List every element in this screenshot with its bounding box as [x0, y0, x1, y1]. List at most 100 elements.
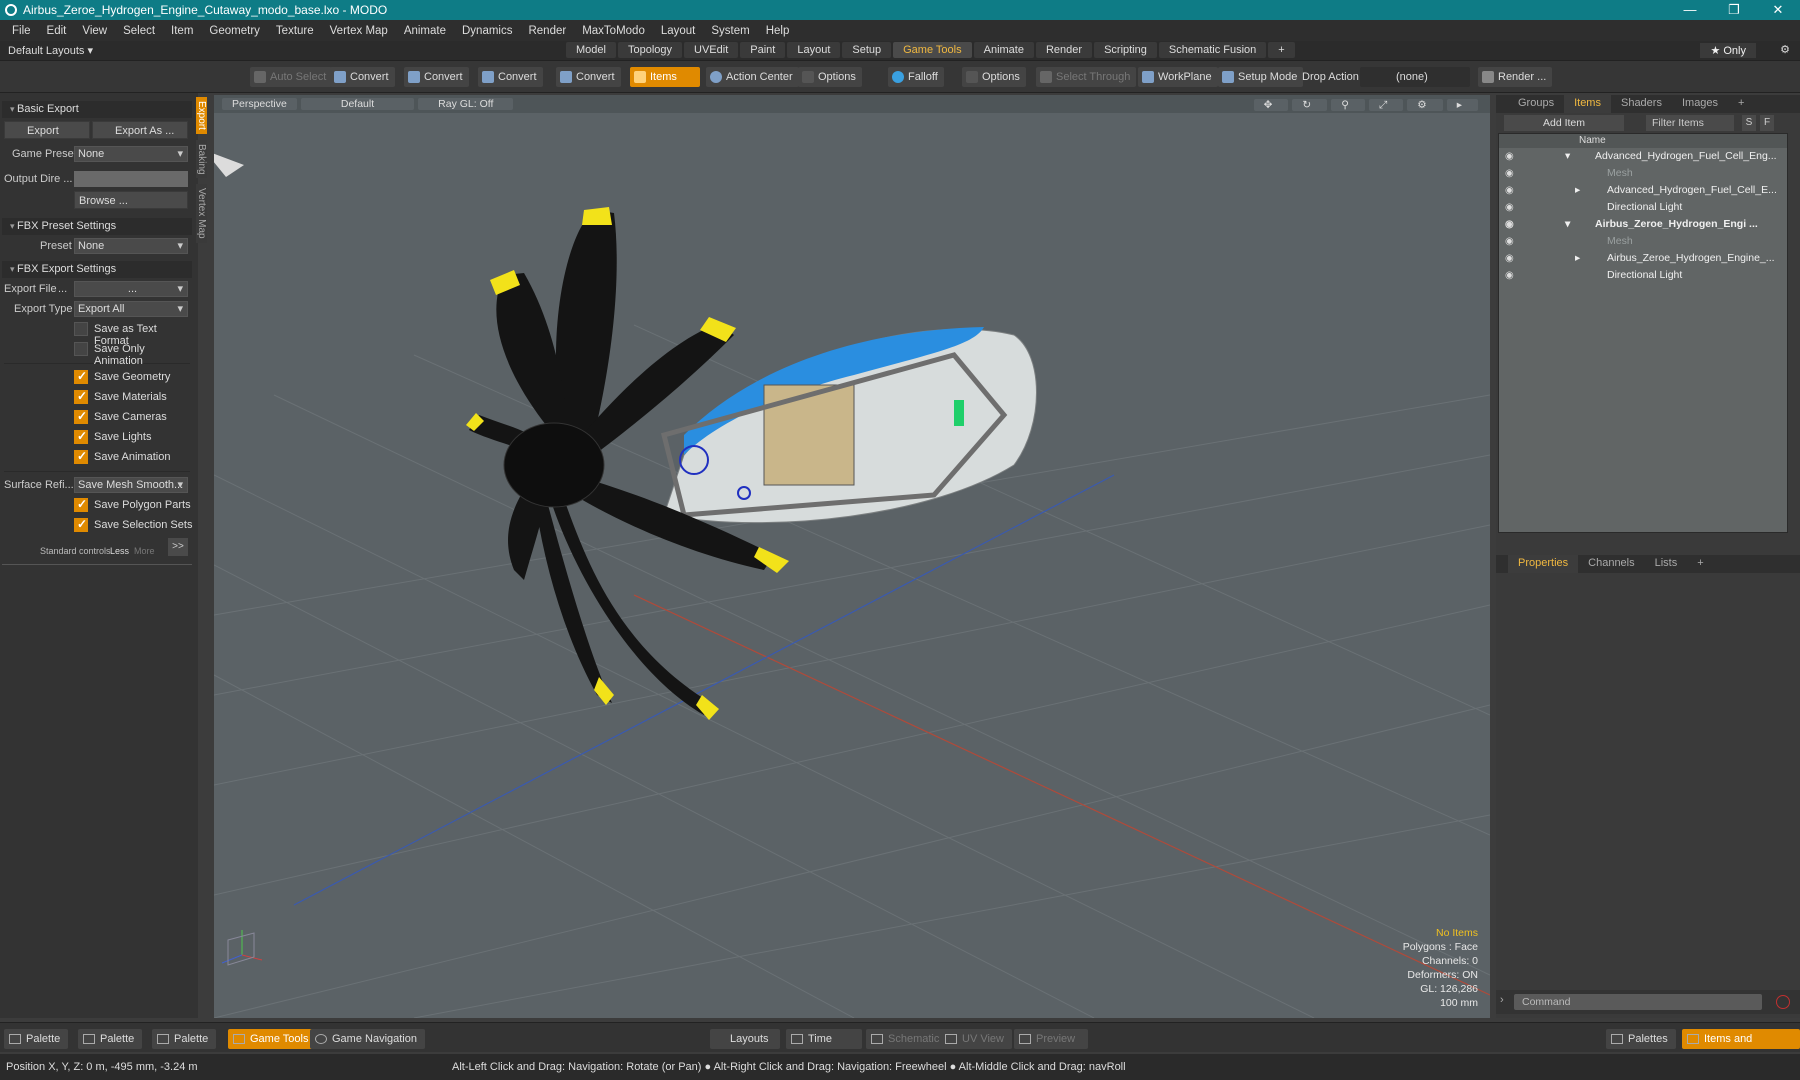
tab-setup[interactable]: Setup	[842, 42, 892, 58]
list-item[interactable]: ◉ ▸ Airbus_Zeroe_Hydrogen_Engine_...	[1499, 250, 1787, 267]
side-tab-baking[interactable]: Baking	[196, 139, 207, 179]
save-materials-checkbox[interactable]	[74, 389, 88, 404]
eye-icon[interactable]: ◉	[1505, 216, 1514, 233]
palette-button-3[interactable]: Palette	[152, 1029, 217, 1049]
side-tab-vertex-map[interactable]: Vertex Map	[196, 184, 207, 244]
menu-item[interactable]: Item	[163, 25, 201, 37]
save-text-format-checkbox[interactable]	[74, 322, 88, 336]
schematic-button[interactable]: Schematic	[866, 1029, 948, 1049]
expand-button[interactable]: >>	[168, 538, 188, 556]
render-button[interactable]: Render ...	[1478, 67, 1553, 87]
list-item[interactable]: ◉ Mesh	[1499, 165, 1787, 182]
workplane-button[interactable]: WorkPlane	[1138, 67, 1218, 87]
save-selection-sets-checkbox[interactable]	[74, 517, 88, 532]
filter-items-input[interactable]: Filter Items	[1646, 115, 1734, 131]
menu-geometry[interactable]: Geometry	[201, 25, 268, 37]
options-button-2[interactable]: Options	[962, 67, 1026, 87]
browse-button[interactable]: Browse ...	[74, 191, 188, 209]
less-link[interactable]: Less	[110, 546, 129, 556]
export-file-dropdown[interactable]: ...	[74, 281, 188, 297]
list-item[interactable]: ◉ Directional Light	[1499, 199, 1787, 216]
items-and-shading-button[interactable]: Items and Shading	[1682, 1029, 1800, 1065]
save-polygon-parts-checkbox[interactable]	[74, 497, 88, 512]
raygl-toggle[interactable]: Ray GL: Off	[418, 98, 514, 110]
list-item[interactable]: ◉ ▸ Advanced_Hydrogen_Fuel_Cell_E...	[1499, 182, 1787, 199]
tab-groups[interactable]: Groups	[1508, 95, 1564, 113]
save-cameras-checkbox[interactable]	[74, 409, 88, 424]
tab-schematic-fusion[interactable]: Schematic Fusion	[1158, 42, 1267, 58]
export-as-button[interactable]: Export As ...	[92, 121, 188, 139]
tab-layout[interactable]: Layout	[787, 42, 841, 58]
eye-icon[interactable]: ◉	[1505, 233, 1514, 250]
3d-viewport[interactable]: Perspective Default Ray GL: Off ✥ ↻ ⚲ ⤢ ⚙ ▸ N…	[214, 95, 1490, 1018]
convert-button-3[interactable]: Convert	[478, 67, 543, 87]
eye-icon[interactable]: ◉	[1505, 199, 1514, 216]
tab-uvedit[interactable]: UVEdit	[684, 42, 739, 58]
minimize-icon[interactable]: —	[1668, 0, 1712, 20]
expand-arrow-icon[interactable]: ▸	[1575, 182, 1580, 199]
menu-file[interactable]: File	[4, 25, 39, 37]
convert-button-2[interactable]: Convert	[404, 67, 469, 87]
s-button[interactable]: S	[1742, 115, 1756, 131]
save-lights-checkbox[interactable]	[74, 429, 88, 444]
tab-lists[interactable]: Lists	[1645, 555, 1688, 573]
output-dir-field[interactable]	[74, 171, 188, 187]
menu-dynamics[interactable]: Dynamics	[454, 25, 520, 37]
menu-view[interactable]: View	[74, 25, 115, 37]
menu-render[interactable]: Render	[520, 25, 574, 37]
layouts-button[interactable]: Layouts	[710, 1029, 780, 1049]
expand-arrow-icon[interactable]: ▾	[1565, 216, 1570, 233]
tab-shaders[interactable]: Shaders	[1611, 95, 1672, 113]
scene-canvas[interactable]	[214, 95, 1490, 1018]
close-icon[interactable]: ✕	[1756, 0, 1800, 20]
action-center-button[interactable]: Action Center	[706, 67, 799, 87]
eye-icon[interactable]: ◉	[1505, 165, 1514, 182]
menu-vertex-map[interactable]: Vertex Map	[322, 25, 396, 37]
list-item[interactable]: ◉ Mesh	[1499, 233, 1787, 250]
save-geometry-checkbox[interactable]	[74, 369, 88, 384]
eye-icon[interactable]: ◉	[1505, 148, 1514, 165]
save-animation-checkbox[interactable]	[74, 449, 88, 464]
eye-icon[interactable]: ◉	[1505, 250, 1514, 267]
menu-system[interactable]: System	[703, 25, 757, 37]
more-link[interactable]: More	[134, 546, 155, 556]
export-button[interactable]: Export	[4, 121, 90, 139]
name-column-header[interactable]: Name	[1499, 134, 1787, 148]
play-icon[interactable]: ▸	[1446, 99, 1478, 111]
fit-icon[interactable]: ⤢	[1368, 99, 1404, 111]
section-basic-export[interactable]: Basic Export	[2, 101, 192, 118]
game-navigation-button[interactable]: Game Navigation	[310, 1029, 425, 1049]
pan-icon[interactable]: ✥	[1253, 99, 1289, 111]
time-button[interactable]: Time	[786, 1029, 862, 1049]
add-tab-button[interactable]: +	[1268, 42, 1295, 58]
falloff-button[interactable]: Falloff	[888, 67, 944, 87]
tab-animate[interactable]: Animate	[973, 42, 1034, 58]
add-tab-button[interactable]: +	[1687, 555, 1713, 573]
list-item[interactable]: ◉ ▾ Advanced_Hydrogen_Fuel_Cell_Eng...	[1499, 148, 1787, 165]
select-through-button[interactable]: Select Through	[1036, 67, 1137, 87]
expand-arrow-icon[interactable]: ▸	[1575, 250, 1580, 267]
gear-icon[interactable]: ⚙	[1780, 43, 1790, 56]
tab-game-tools[interactable]: Game Tools	[893, 42, 972, 58]
palette-button-2[interactable]: Palette	[78, 1029, 143, 1049]
convert-button-1[interactable]: Convert	[330, 67, 395, 87]
tab-images[interactable]: Images	[1672, 95, 1728, 113]
menu-animate[interactable]: Animate	[396, 25, 454, 37]
zoom-icon[interactable]: ⚲	[1331, 99, 1365, 111]
preset-dropdown[interactable]: None	[74, 238, 188, 254]
palette-button-1[interactable]: Palette	[4, 1029, 69, 1049]
command-input[interactable]: Command	[1514, 994, 1762, 1010]
record-icon[interactable]	[1776, 995, 1790, 1009]
surface-refinement-dropdown[interactable]: Save Mesh Smooth...	[74, 477, 188, 493]
tab-items[interactable]: Items	[1564, 95, 1611, 113]
section-fbx-preset-settings[interactable]: FBX Preset Settings	[2, 218, 192, 235]
tab-model[interactable]: Model	[566, 42, 616, 58]
shading-dropdown[interactable]: Default	[300, 98, 415, 110]
menu-layout[interactable]: Layout	[653, 25, 704, 37]
tab-topology[interactable]: Topology	[617, 42, 683, 58]
menu-help[interactable]: Help	[758, 25, 798, 37]
list-item[interactable]: ◉ ▾ Airbus_Zeroe_Hydrogen_Engi ...	[1499, 216, 1787, 233]
section-fbx-export-settings[interactable]: FBX Export Settings	[2, 261, 192, 278]
settings-icon[interactable]: ⚙	[1407, 99, 1443, 111]
menu-select[interactable]: Select	[115, 25, 163, 37]
